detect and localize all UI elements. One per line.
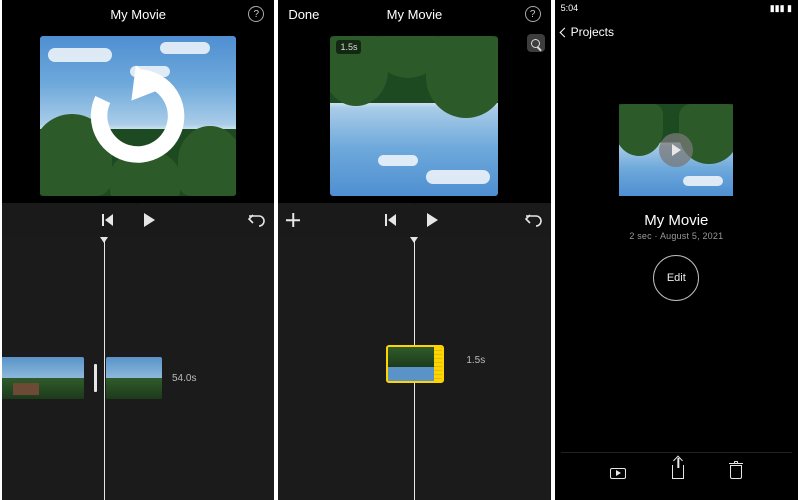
edit-button[interactable]: Edit bbox=[653, 255, 699, 301]
editor-topbar: Done My Movie ? bbox=[278, 0, 550, 28]
project-actions bbox=[561, 452, 792, 496]
clip-duration: 54.0s bbox=[172, 373, 196, 384]
project-title: My Movie bbox=[2, 7, 274, 22]
chevron-left-icon bbox=[559, 28, 569, 38]
add-media-icon[interactable] bbox=[286, 213, 300, 227]
timeline[interactable]: 54.0s bbox=[2, 237, 274, 500]
share-icon[interactable] bbox=[672, 465, 684, 484]
status-time: 5:04 bbox=[561, 3, 579, 17]
play-project-icon[interactable] bbox=[610, 466, 626, 484]
trash-icon[interactable] bbox=[730, 465, 742, 484]
rotate-icon[interactable] bbox=[83, 61, 193, 171]
duration-badge: 1.5s bbox=[336, 40, 361, 54]
preview-frame bbox=[40, 36, 236, 196]
project-title: My Movie bbox=[644, 212, 708, 229]
transition-icon[interactable] bbox=[88, 357, 102, 399]
timeline[interactable]: 1.5s bbox=[278, 237, 550, 500]
undo-icon[interactable] bbox=[525, 213, 543, 227]
back-button[interactable]: Projects bbox=[561, 25, 614, 39]
play-icon[interactable] bbox=[424, 212, 440, 228]
projects-panel: 5:04 ▮▮▮ ▮ Projects My Movie 2 sec · Aug… bbox=[555, 0, 798, 500]
nav-bar: Projects bbox=[555, 20, 798, 44]
video-preview[interactable]: 1.5s bbox=[278, 28, 550, 203]
zoom-icon[interactable] bbox=[527, 34, 545, 52]
editor-panel-flipped: Done My Movie ? 1.5s bbox=[278, 0, 550, 500]
playback-controls bbox=[278, 203, 550, 237]
help-icon[interactable]: ? bbox=[248, 6, 264, 22]
skip-back-icon[interactable] bbox=[384, 213, 398, 227]
help-icon[interactable]: ? bbox=[525, 6, 541, 22]
video-preview[interactable] bbox=[2, 28, 274, 203]
editor-topbar: My Movie ? bbox=[2, 0, 274, 28]
done-button[interactable]: Done bbox=[288, 7, 319, 22]
status-bar: 5:04 ▮▮▮ ▮ bbox=[555, 0, 798, 20]
skip-back-icon[interactable] bbox=[101, 213, 115, 227]
timeline-clip[interactable] bbox=[106, 357, 162, 399]
playback-controls bbox=[2, 203, 274, 237]
clip-duration: 1.5s bbox=[466, 355, 485, 366]
timeline-clip[interactable] bbox=[2, 357, 84, 399]
status-icons: ▮▮▮ ▮ bbox=[770, 3, 792, 17]
project-meta: 2 sec · August 5, 2021 bbox=[629, 231, 723, 241]
undo-icon[interactable] bbox=[248, 213, 266, 227]
selected-clip[interactable] bbox=[386, 345, 444, 383]
editor-panel-rotate: My Movie ? bbox=[2, 0, 274, 500]
play-icon[interactable] bbox=[141, 212, 157, 228]
project-thumbnail[interactable] bbox=[601, 104, 751, 196]
preview-frame: 1.5s bbox=[330, 36, 498, 196]
